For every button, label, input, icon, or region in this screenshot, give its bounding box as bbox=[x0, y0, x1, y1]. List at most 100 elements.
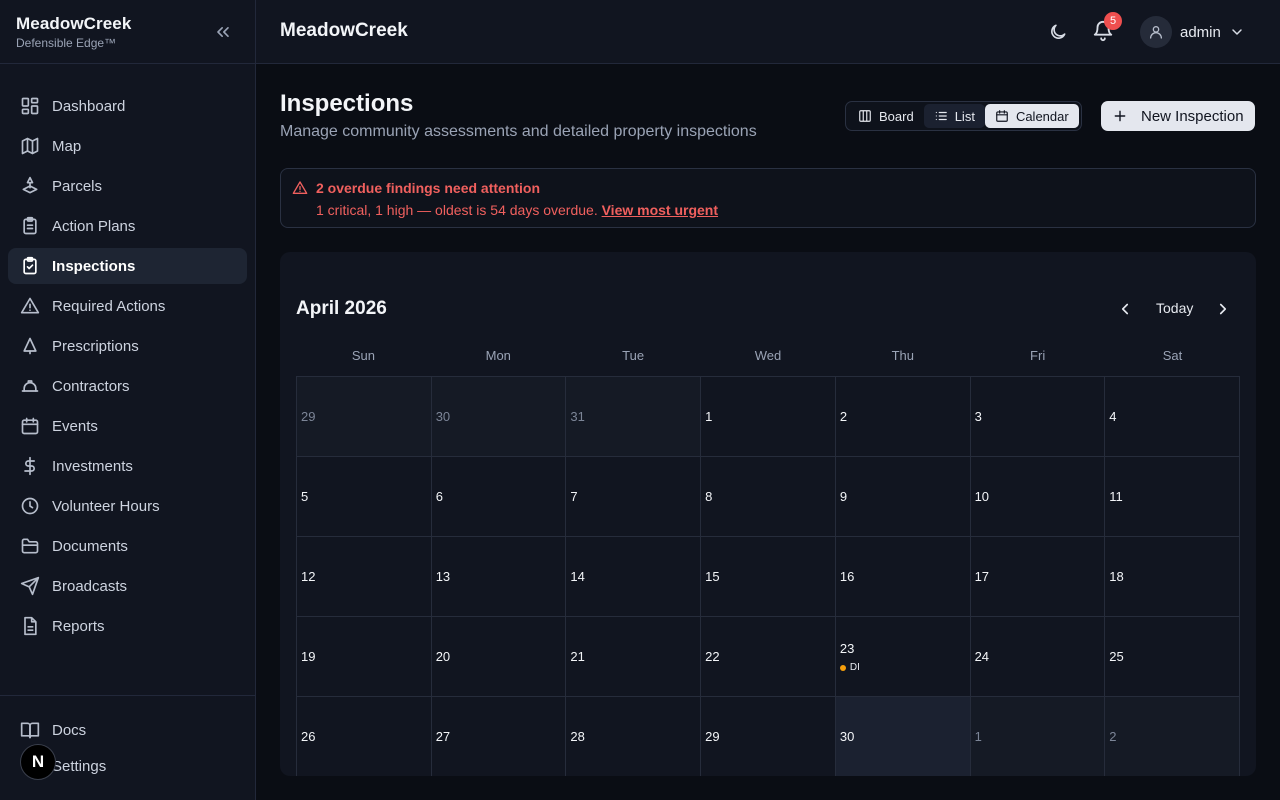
weekday-label: Fri bbox=[1030, 348, 1046, 363]
calendar-day-number: 16 bbox=[839, 569, 855, 584]
view-board-button[interactable]: Board bbox=[848, 104, 924, 128]
calendar-day-number: 4 bbox=[1109, 409, 1117, 424]
calendar-day-number: 27 bbox=[435, 729, 451, 744]
calendar-day-number: 30 bbox=[435, 409, 451, 424]
chevron-left-icon[interactable] bbox=[1116, 300, 1134, 318]
calendar-event[interactable]: DI bbox=[839, 662, 860, 673]
sidebar-item-docs[interactable]: Docs bbox=[8, 712, 247, 748]
sidebar-item-broadcasts[interactable]: Broadcasts bbox=[8, 568, 247, 604]
sidebar-item-events[interactable]: Events bbox=[8, 408, 247, 444]
view-switcher: Board List Calendar bbox=[845, 101, 1082, 131]
calendar-day-number: 11 bbox=[1109, 489, 1123, 504]
sidebar-item-label: Documents bbox=[52, 537, 128, 555]
calendar-day-cell[interactable]: 13 bbox=[431, 537, 567, 617]
calendar-day-cell[interactable]: 14 bbox=[566, 537, 702, 617]
calendar-day-number: 12 bbox=[301, 569, 316, 584]
calendar-day-cell[interactable]: 4 bbox=[1105, 377, 1240, 457]
calendar-day-number: 2 bbox=[1109, 729, 1117, 744]
calendar-day-number: 26 bbox=[301, 729, 316, 744]
calendar-day-cell[interactable]: 16 bbox=[835, 537, 971, 617]
sidebar-item-label: Investments bbox=[52, 457, 133, 475]
calendar-day-cell[interactable]: 28 bbox=[566, 697, 702, 776]
new-inspection-button[interactable]: New Inspection bbox=[1101, 101, 1255, 131]
sidebar-item-reports[interactable]: Reports bbox=[8, 608, 247, 644]
sidebar-item-inspections[interactable]: Inspections bbox=[8, 248, 247, 284]
report-icon bbox=[20, 616, 40, 636]
weekday-label: Thu bbox=[891, 348, 914, 363]
sidebar-item-investments[interactable]: Investments bbox=[8, 448, 247, 484]
view-list-button[interactable]: List bbox=[923, 104, 985, 128]
calendar-day-cell[interactable]: 12 bbox=[297, 537, 432, 617]
calendar-day-cell[interactable]: 30 bbox=[835, 697, 971, 776]
sidebar-item-parcels[interactable]: Parcels bbox=[8, 168, 247, 204]
view-board-label: Board bbox=[879, 108, 914, 124]
calendar-day-number: 29 bbox=[705, 729, 720, 744]
calendar-day-cell[interactable]: 21 bbox=[566, 617, 702, 697]
calendar-day-cell[interactable]: 2 bbox=[835, 377, 971, 457]
weekday-label: Tue bbox=[622, 348, 645, 363]
calendar-day-number: 31 bbox=[570, 409, 585, 424]
event-dot-icon bbox=[839, 664, 846, 671]
calendar-day-number: 24 bbox=[974, 649, 990, 664]
moon-icon[interactable] bbox=[1048, 22, 1068, 42]
calendar-day-cell[interactable]: 29 bbox=[701, 697, 836, 776]
calendar-day-cell[interactable]: 15 bbox=[701, 537, 836, 617]
calendar-day-cell[interactable]: 11 bbox=[1105, 457, 1240, 537]
collapse-sidebar-icon[interactable] bbox=[213, 22, 233, 42]
sidebar-item-action-plans[interactable]: Action Plans bbox=[8, 208, 247, 244]
calendar-day-cell[interactable]: 1 bbox=[701, 377, 836, 457]
calendar-day-number: 8 bbox=[705, 489, 713, 504]
calendar-day-cell[interactable]: 23 DI bbox=[835, 617, 971, 697]
sidebar-item-volunteer-hours[interactable]: Volunteer Hours bbox=[8, 488, 247, 524]
user-menu[interactable]: admin bbox=[1140, 16, 1245, 48]
calendar-day-cell[interactable]: 27 bbox=[431, 697, 567, 776]
calendar-day-cell[interactable]: 9 bbox=[835, 457, 971, 537]
weekday-label: Wed bbox=[754, 348, 782, 363]
sidebar-item-dashboard[interactable]: Dashboard bbox=[8, 88, 247, 124]
calendar-day-cell[interactable]: 22 bbox=[701, 617, 836, 697]
view-most-urgent-link[interactable]: View most urgent bbox=[602, 202, 718, 218]
today-button[interactable]: Today bbox=[1156, 300, 1193, 316]
dev-tools-badge[interactable]: N bbox=[20, 744, 56, 780]
chevron-right-icon[interactable] bbox=[1214, 300, 1232, 318]
calendar-day-cell[interactable]: 20 bbox=[431, 617, 567, 697]
list-icon bbox=[934, 109, 948, 123]
warning-icon bbox=[292, 180, 308, 196]
sidebar-item-contractors[interactable]: Contractors bbox=[8, 368, 247, 404]
calendar-day-cell[interactable]: 1 bbox=[970, 697, 1106, 776]
calendar-day-cell[interactable]: 3 bbox=[970, 377, 1106, 457]
calendar-day-cell[interactable]: 17 bbox=[970, 537, 1106, 617]
sidebar-item-required-actions[interactable]: Required Actions bbox=[8, 288, 247, 324]
calendar-day-cell[interactable]: 2 bbox=[1105, 697, 1240, 776]
sidebar: MeadowCreek Defensible Edge™ Dashboard M… bbox=[0, 0, 256, 800]
clock-icon bbox=[20, 496, 40, 516]
calendar-day-cell[interactable]: 30 bbox=[431, 377, 567, 457]
calendar-day-number: 25 bbox=[1109, 649, 1124, 664]
calendar-day-cell[interactable]: 7 bbox=[566, 457, 702, 537]
calendar-day-cell[interactable]: 26 bbox=[297, 697, 432, 776]
prescription-icon bbox=[20, 336, 40, 356]
notification-badge: 5 bbox=[1104, 12, 1122, 30]
view-calendar-button[interactable]: Calendar bbox=[984, 104, 1079, 128]
calendar-day-cell[interactable]: 6 bbox=[431, 457, 567, 537]
calendar-day-cell[interactable]: 10 bbox=[970, 457, 1106, 537]
sidebar-item-prescriptions[interactable]: Prescriptions bbox=[8, 328, 247, 364]
sidebar-item-label: Inspections bbox=[52, 257, 136, 275]
calendar-day-number: 23 bbox=[839, 641, 855, 656]
calendar-day-cell[interactable]: 5 bbox=[297, 457, 432, 537]
sidebar-item-map[interactable]: Map bbox=[8, 128, 247, 164]
page-subtitle: Manage community assessments and detaile… bbox=[280, 123, 757, 140]
view-list-label: List bbox=[954, 108, 975, 124]
clipboard-check-icon bbox=[20, 256, 40, 276]
calendar-day-number: 28 bbox=[570, 729, 585, 744]
calendar-day-cell[interactable]: 31 bbox=[566, 377, 702, 457]
calendar-day-cell[interactable]: 8 bbox=[701, 457, 836, 537]
calendar-day-cell[interactable]: 25 bbox=[1105, 617, 1240, 697]
sidebar-item-label: Map bbox=[52, 137, 82, 155]
calendar-day-number: 30 bbox=[839, 729, 855, 744]
calendar-day-cell[interactable]: 19 bbox=[297, 617, 432, 697]
calendar-day-cell[interactable]: 18 bbox=[1105, 537, 1240, 617]
calendar-day-cell[interactable]: 24 bbox=[970, 617, 1106, 697]
calendar-day-cell[interactable]: 29 bbox=[297, 377, 432, 457]
sidebar-item-documents[interactable]: Documents bbox=[8, 528, 247, 564]
